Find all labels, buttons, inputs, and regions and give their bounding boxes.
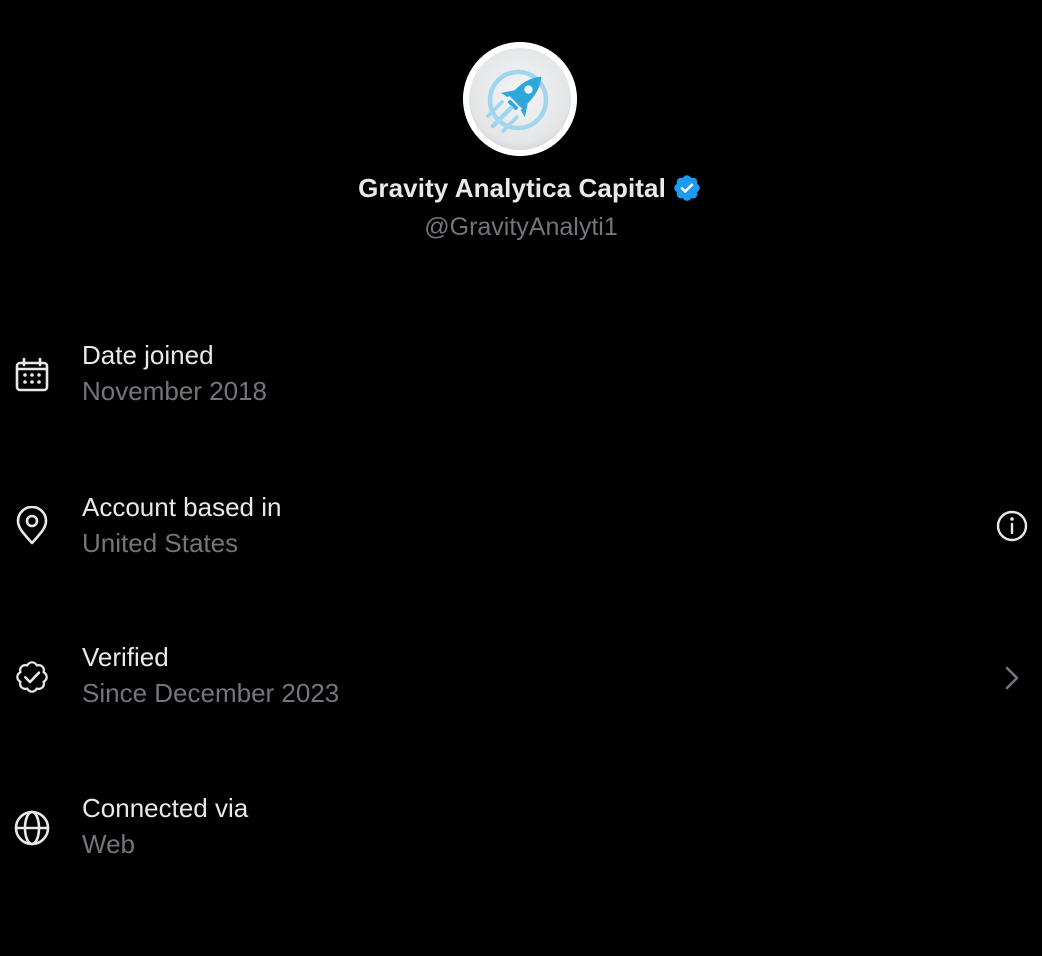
user-handle: @GravityAnalyti1 xyxy=(424,213,618,241)
account-based-in-value: United States xyxy=(82,528,239,558)
chevron-right-icon[interactable] xyxy=(994,660,1030,696)
info-row-date-joined: Date joined November 2018 xyxy=(0,320,1042,440)
calendar-icon xyxy=(12,355,52,395)
info-row-verified[interactable]: Verified Since December 2023 xyxy=(0,623,1042,743)
connected-via-text: Connected via Web xyxy=(82,790,248,862)
date-joined-title: Date joined xyxy=(82,340,214,370)
location-pin-icon xyxy=(12,505,52,546)
verified-badge-icon[interactable] xyxy=(672,173,702,203)
avatar[interactable] xyxy=(463,42,577,156)
account-based-in-text: Account based in United States xyxy=(82,489,281,561)
display-name: Gravity Analytica Capital xyxy=(358,173,666,203)
verified-text: Verified Since December 2023 xyxy=(82,639,339,711)
verified-title: Verified xyxy=(82,642,169,672)
verified-check-icon xyxy=(12,657,52,697)
info-row-account-based-in: Account based in United States xyxy=(0,472,1042,592)
account-based-in-title: Account based in xyxy=(82,492,282,522)
date-joined-text: Date joined November 2018 xyxy=(82,337,267,409)
display-name-row: Gravity Analytica Capital xyxy=(0,170,1042,206)
verified-value: Since December 2023 xyxy=(82,678,340,708)
rocket-logo-icon xyxy=(463,42,577,156)
profile-header: Gravity Analytica Capital @GravityAnalyt… xyxy=(0,0,1042,260)
date-joined-value: November 2018 xyxy=(82,376,267,406)
globe-icon xyxy=(12,808,52,848)
connected-via-title: Connected via xyxy=(82,793,249,823)
connected-via-value: Web xyxy=(82,829,135,859)
info-icon[interactable] xyxy=(994,508,1030,544)
info-row-connected-via: Connected via Web xyxy=(0,774,1042,894)
